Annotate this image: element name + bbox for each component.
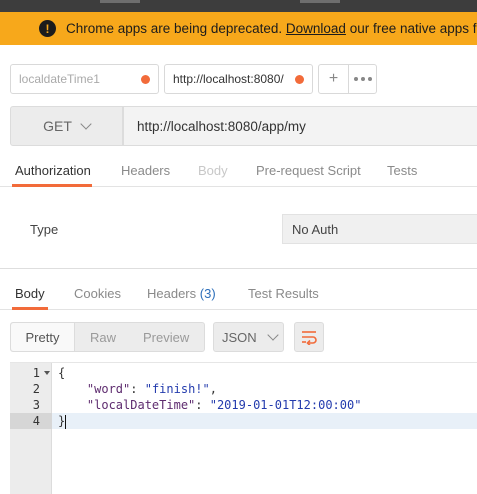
download-link[interactable]: Download	[286, 21, 346, 36]
warning-icon: !	[39, 20, 56, 37]
chevron-down-icon	[80, 118, 92, 130]
view-pretty-button[interactable]: Pretty	[11, 323, 75, 351]
response-tabs: Body Cookies Headers (3) Test Results	[0, 278, 477, 310]
wrap-lines-button[interactable]	[294, 322, 324, 352]
auth-type-value: No Auth	[292, 221, 339, 237]
top-strip-segment	[100, 0, 140, 3]
wrap-lines-icon	[302, 331, 317, 345]
headers-count-badge: (3)	[199, 286, 216, 301]
format-label: JSON	[222, 329, 257, 345]
line-number: 2	[32, 382, 40, 396]
chevron-down-icon	[267, 329, 279, 341]
format-select[interactable]: JSON	[213, 322, 284, 352]
line-number: 3	[32, 398, 40, 412]
tab-response-headers[interactable]: Headers (3)	[147, 286, 216, 301]
tab-pre-request-script[interactable]: Pre-request Script	[256, 163, 361, 178]
unsaved-dot-icon	[295, 74, 304, 84]
method-select[interactable]: GET	[10, 106, 123, 146]
unsaved-dot-icon	[141, 74, 150, 84]
fold-arrow-icon[interactable]	[44, 371, 50, 375]
text-cursor	[65, 414, 67, 429]
tab-test-results[interactable]: Test Results	[248, 286, 319, 301]
view-mode-toggle: Pretty Raw Preview	[10, 322, 205, 352]
url-input[interactable]: http://localhost:8080/app/my	[123, 106, 477, 146]
tab-body[interactable]: Body	[198, 163, 228, 178]
banner-message: Chrome apps are being deprecated. Downlo…	[66, 21, 477, 36]
request-tab-localdatetime1[interactable]: localdateTime1	[10, 64, 159, 94]
request-tab-localhost[interactable]: http://localhost:8080/	[164, 64, 313, 94]
tab-label: localdateTime1	[19, 72, 100, 86]
code-line: 2 "word": "finish!",	[10, 381, 477, 397]
url-text: http://localhost:8080/app/my	[137, 118, 306, 134]
method-label: GET	[43, 118, 72, 134]
view-raw-button[interactable]: Raw	[90, 330, 116, 345]
tab-label: http://localhost:8080/	[173, 72, 284, 86]
tab-authorization[interactable]: Authorization	[15, 163, 91, 178]
tab-headers[interactable]: Headers	[121, 163, 170, 178]
window-top-strip	[0, 0, 477, 12]
view-preview-button[interactable]: Preview	[143, 330, 189, 345]
code-line-active: 4 }	[10, 413, 477, 429]
new-tab-button[interactable]: +	[319, 65, 349, 93]
auth-type-select[interactable]: No Auth	[282, 214, 477, 244]
code-line: 3 "localDateTime": "2019-01-01T12:00:00"	[10, 397, 477, 413]
response-body-editor[interactable]: 1 { 2 "word": "finish!", 3 "localDateTim…	[10, 362, 477, 494]
tab-actions: +	[318, 64, 377, 94]
line-number: 4	[10, 413, 52, 429]
top-strip-segment	[300, 0, 340, 3]
tab-tests[interactable]: Tests	[387, 163, 417, 178]
active-tab-indicator	[12, 184, 92, 187]
auth-type-label: Type	[30, 222, 59, 237]
request-tabs: Authorization Headers Body Pre-request S…	[0, 155, 477, 187]
active-tab-indicator	[12, 307, 48, 310]
section-divider	[0, 268, 477, 269]
tab-cookies[interactable]: Cookies	[74, 286, 121, 301]
deprecation-banner: ! Chrome apps are being deprecated. Down…	[0, 12, 477, 45]
line-number: 1	[10, 365, 52, 381]
more-options-icon[interactable]	[349, 77, 376, 81]
code-line: 1 {	[10, 365, 477, 381]
tab-response-body[interactable]: Body	[15, 286, 45, 301]
